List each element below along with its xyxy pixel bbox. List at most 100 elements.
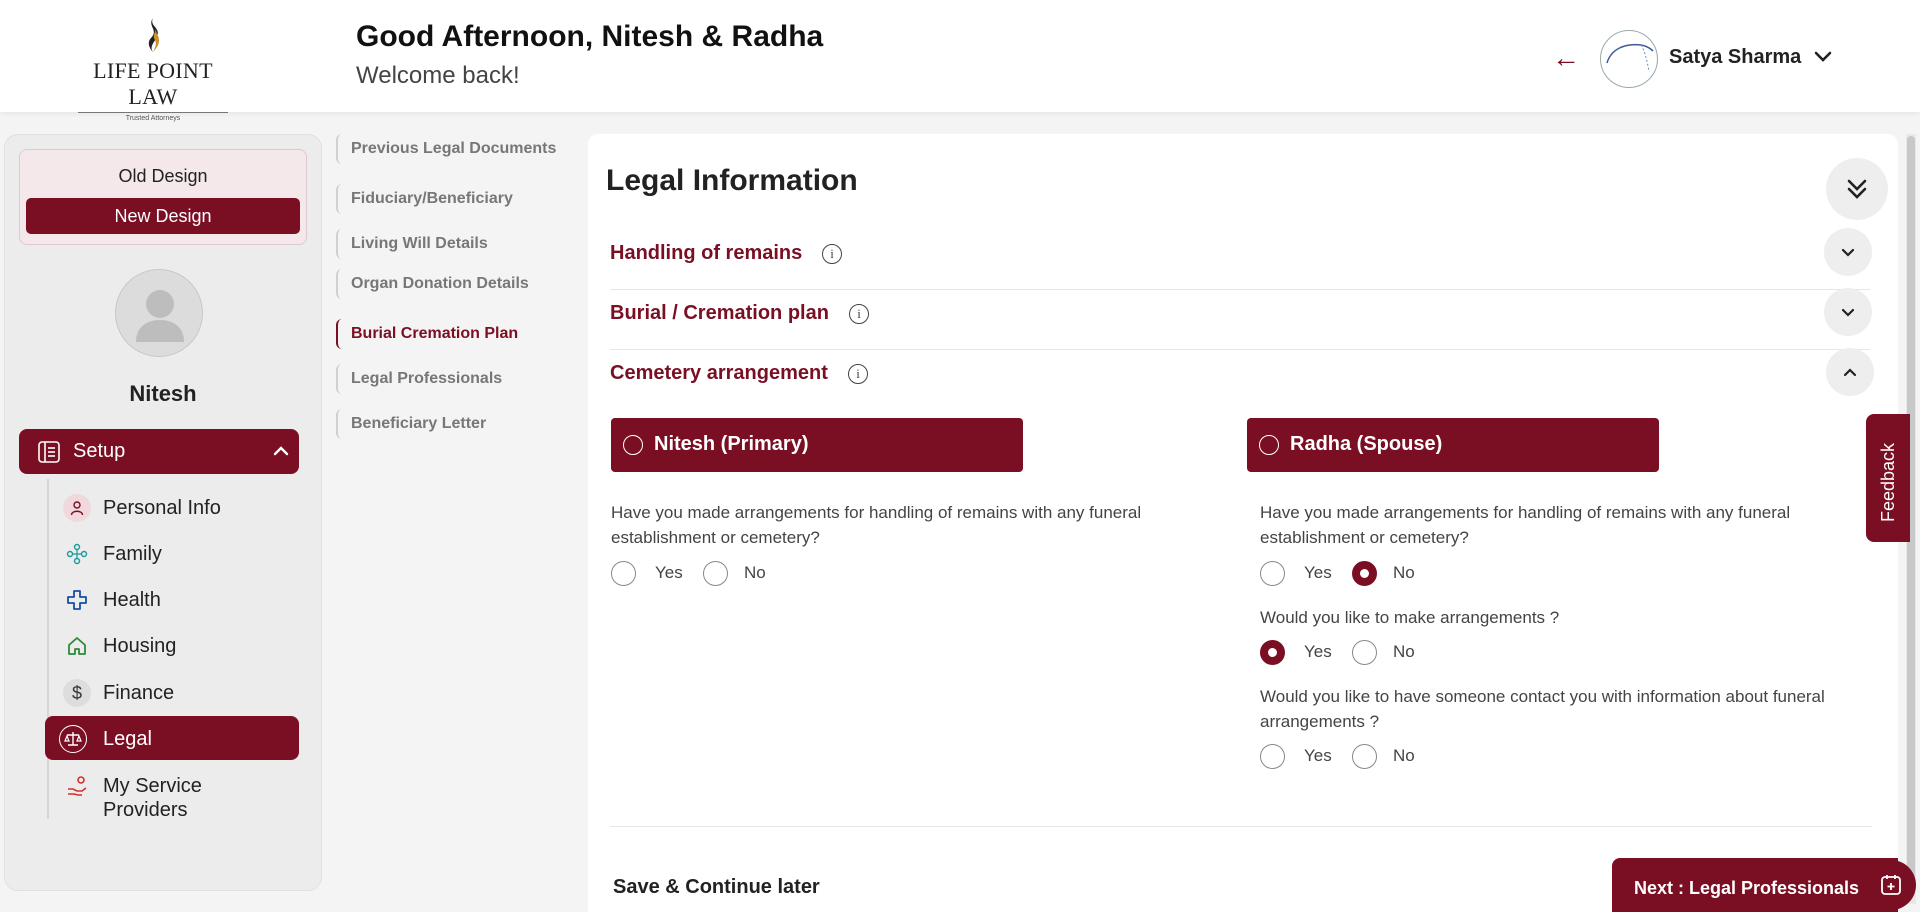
subnav-item-living-will-details[interactable]: Living Will Details [336,229,576,259]
subnav-item-previous-legal-documents[interactable]: Previous Legal Documents [336,134,576,164]
radio-label: No [1393,563,1415,582]
sidebar-item-label: Personal Info [103,497,221,519]
subnav-item-legal-professionals[interactable]: Legal Professionals [336,364,576,394]
spouse-q1-no-radio[interactable] [1352,561,1377,586]
spouse-question-3: Would you like to have someone contact y… [1260,687,1825,731]
spouse-q1-yes-radio[interactable] [1260,561,1285,586]
feedback-tab[interactable]: Feedback [1866,414,1910,542]
health-cross-icon [63,586,91,614]
person-silhouette-icon [136,290,184,342]
setup-menu-toggle[interactable]: Setup [19,429,299,474]
user-circle-icon [1259,435,1279,455]
document-list-icon [38,441,60,463]
primary-person-label: Nitesh (Primary) [654,433,809,455]
page-title: Legal Information [606,164,858,197]
subnav-item-burial-cremation-plan[interactable]: Burial Cremation Plan [336,319,576,349]
primary-q1-yes-radio[interactable] [611,561,636,586]
accordion-title: Burial / Cremation plan [610,302,829,324]
logo-text: LIFE POINT LAW [93,58,213,109]
primary-question-1: Have you made arrangements for handling … [611,503,1142,547]
expand-button[interactable] [1824,228,1872,276]
spouse-q2-options: Yes No [1260,640,1460,666]
accordion-handling-of-remains[interactable]: Handling of remains i [610,228,1872,290]
sidebar-item-finance[interactable]: $ Finance [51,670,299,714]
radio-label: No [744,563,766,582]
spouse-q1-options: Yes No [1260,561,1460,587]
avatar-sketch-icon [1606,43,1654,72]
expand-button[interactable] [1824,288,1872,336]
greeting-heading: Good Afternoon, Nitesh & Radha [356,20,824,53]
left-sidebar: Old Design New Design Nitesh Setup Perso… [4,134,322,891]
info-icon[interactable]: i [822,244,842,264]
accordion-title: Handling of remains [610,242,803,264]
flame-logo-icon [148,18,160,52]
section-divider [610,826,1872,827]
profile-avatar[interactable] [115,269,203,357]
chevron-down-icon [1841,308,1855,317]
user-circle-icon [623,435,643,455]
subnav-item-organ-donation-details[interactable]: Organ Donation Details [336,269,576,299]
accordion-cemetery-arrangement[interactable]: Cemetery arrangement i [610,348,1874,410]
user-avatar[interactable] [1600,30,1658,88]
service-provider-icon [63,772,91,800]
chevron-down-icon[interactable] [1812,46,1834,68]
sidebar-item-label: Legal [103,728,152,750]
spouse-person-label: Radha (Spouse) [1290,433,1443,455]
feedback-label: Feedback [1878,442,1898,522]
old-design-option[interactable]: Old Design [20,166,306,187]
family-icon [63,540,91,568]
next-legal-professionals-button[interactable]: Next : Legal Professionals [1612,858,1898,912]
chevron-up-icon [1843,368,1857,377]
radio-label: Yes [655,563,683,582]
info-icon[interactable]: i [848,364,868,384]
welcome-text: Welcome back! [356,62,520,89]
spouse-q3-yes-radio[interactable] [1260,744,1285,769]
sidebar-item-legal[interactable]: Legal [45,716,299,760]
house-icon [63,632,91,660]
sidebar-item-my-service-providers[interactable]: My Service Providers [51,763,299,823]
nav-connector-line [47,479,49,819]
new-design-option[interactable]: New Design [26,198,300,234]
spouse-person-banner: Radha (Spouse) [1247,418,1659,472]
radio-label: Yes [1304,642,1332,661]
collapse-button[interactable] [1826,348,1874,396]
logo[interactable]: LIFE POINT LAW Trusted Attorneys [68,16,238,122]
double-chevron-down-icon [1847,179,1867,199]
spouse-q2-no-radio[interactable] [1352,640,1377,665]
radio-label: No [1393,642,1415,661]
back-arrow-icon[interactable]: ← [1552,44,1580,72]
accordion-title: Cemetery arrangement [610,362,828,384]
main-content: Legal Information Handling of remains i … [588,134,1898,912]
info-icon[interactable]: i [849,304,869,324]
subnav-item-beneficiary-letter[interactable]: Beneficiary Letter [336,409,576,439]
save-continue-later-button[interactable]: Save & Continue later [613,876,820,899]
radio-label: No [1393,746,1415,765]
design-switcher: Old Design New Design [19,149,307,245]
person-icon [63,494,91,522]
sidebar-item-label: My Service Providers [103,775,202,821]
sidebar-item-label: Housing [103,635,177,657]
collapse-all-button[interactable] [1826,158,1888,220]
spouse-q3-no-radio[interactable] [1352,744,1377,769]
floating-calendar-button[interactable] [1866,860,1916,910]
primary-person-banner: Nitesh (Primary) [611,418,1023,472]
chevron-down-icon [1841,248,1855,257]
sidebar-item-label: Finance [103,682,175,704]
primary-q1-no-radio[interactable] [703,561,728,586]
sidebar-item-label: Health [103,589,161,611]
radio-label: Yes [1304,563,1332,582]
spouse-q2-yes-radio[interactable] [1260,640,1285,665]
spouse-q3-options: Yes No [1260,744,1460,770]
setup-label: Setup [73,440,126,462]
subnav-item-fiduciary-beneficiary[interactable]: Fiduciary/Beneficiary [336,184,576,214]
user-name[interactable]: Satya Sharma [1669,46,1801,69]
radio-label: Yes [1304,746,1332,765]
sidebar-item-family[interactable]: Family [51,531,299,575]
logo-tagline: Trusted Attorneys [78,112,228,122]
accordion-burial-cremation-plan[interactable]: Burial / Cremation plan i [610,288,1872,350]
sidebar-item-housing[interactable]: Housing [51,623,299,667]
spouse-question-1: Have you made arrangements for handling … [1260,503,1791,547]
sidebar-item-health[interactable]: Health [51,577,299,621]
profile-name: Nitesh [129,381,197,406]
sidebar-item-personal-info[interactable]: Personal Info [51,485,299,529]
